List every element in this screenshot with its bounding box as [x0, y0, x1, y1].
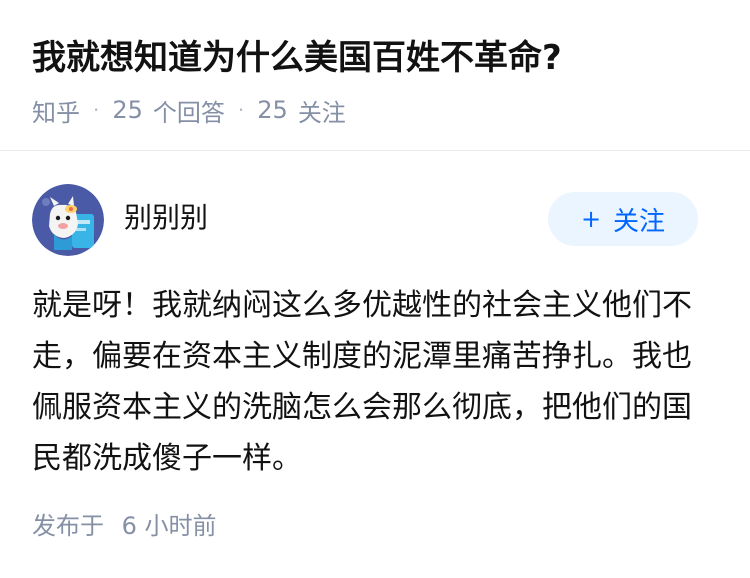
follow-button[interactable]: + 关注 — [548, 192, 698, 246]
avatar-illustration-icon — [32, 184, 104, 256]
post-time: 发布于 6 小时前 — [32, 510, 217, 542]
post-time-value: 6 小时前 — [121, 512, 217, 540]
meta-separator: · — [93, 98, 100, 122]
avatar[interactable] — [32, 184, 104, 256]
follow-count: 25 — [257, 96, 288, 124]
answer-content[interactable]: 就是呀！我就纳闷这么多优越性的社会主义他们不走，偏要在资本主义制度的泥潭里痛苦挣… — [32, 280, 712, 484]
question-header: 我就想知道为什么美国百姓不革命? 知乎 · 25 个回答 · 25 关注 — [0, 0, 750, 151]
question-meta: 知乎 · 25 个回答 · 25 关注 — [32, 93, 346, 128]
source-label[interactable]: 知乎 — [32, 93, 80, 128]
plus-icon: + — [580, 205, 602, 233]
question-title[interactable]: 我就想知道为什么美国百姓不革命? — [32, 36, 562, 80]
meta-separator: · — [237, 98, 245, 122]
post-time-label: 发布于 — [32, 512, 104, 540]
follow-count-label: 关注 — [297, 98, 346, 127]
follow-button-label: 关注 — [613, 206, 666, 237]
answer-count-label: 个回答 — [152, 98, 225, 127]
author-name[interactable]: 别别别 — [124, 200, 208, 236]
answer-count: 25 — [112, 96, 143, 124]
